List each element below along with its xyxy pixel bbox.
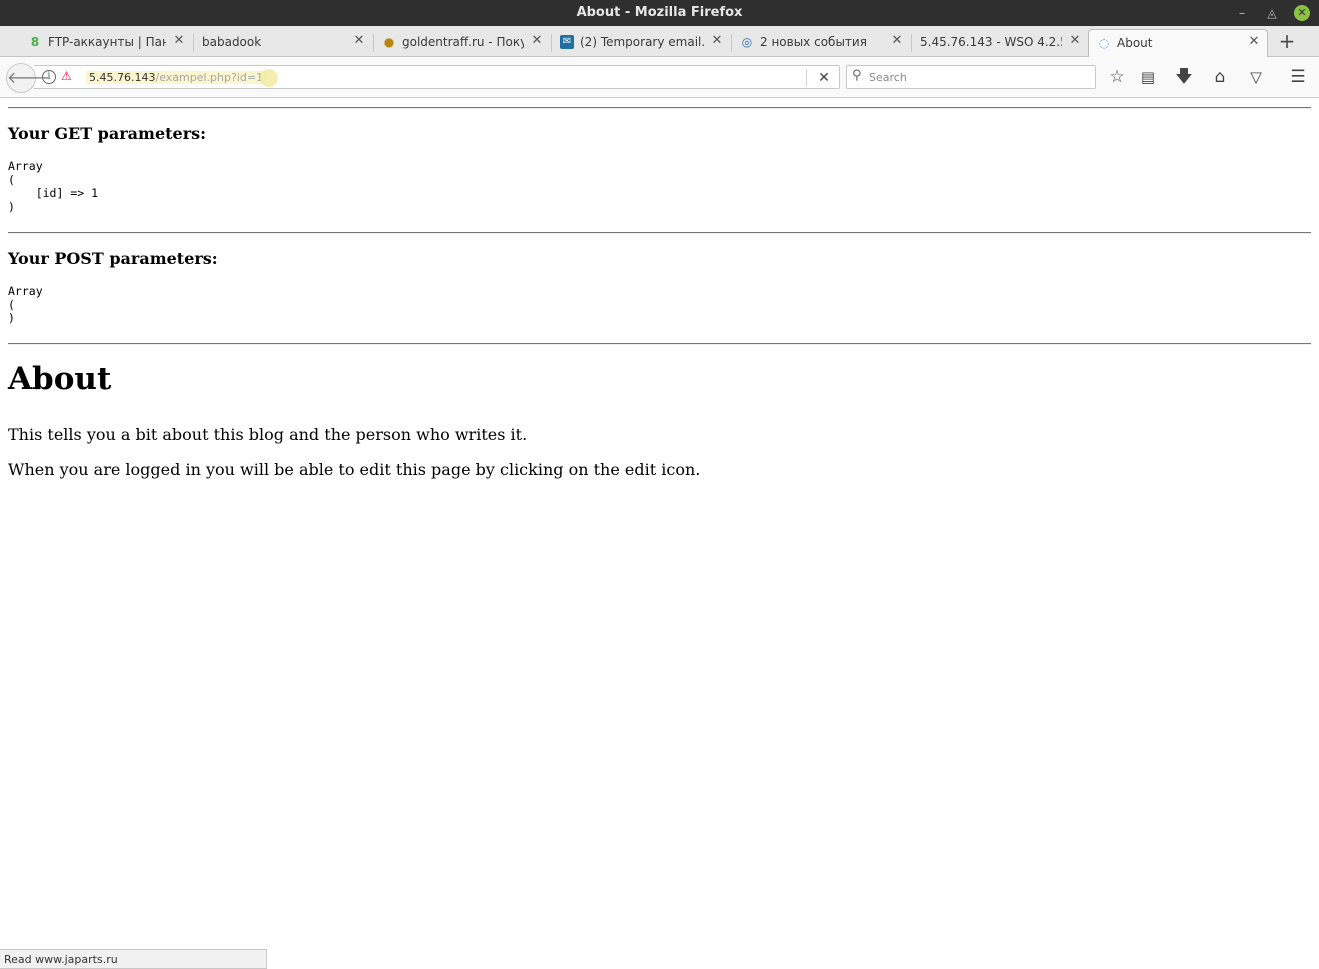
post-parameters-dump: Array ( ): [8, 284, 43, 326]
bookmark-star-icon[interactable]: ☆: [1106, 66, 1128, 88]
tab-close-icon[interactable]: ✕: [1068, 34, 1082, 48]
url-bar[interactable]: i ⚠ 5.45.76.143/exampel.php?id=1 ✕: [34, 65, 840, 89]
tab-babadook[interactable]: babadook ✕: [194, 29, 372, 57]
get-parameters-dump: Array ( [id] => 1 ): [8, 159, 99, 215]
downloads-icon[interactable]: 🡇: [1173, 66, 1195, 88]
hat-favicon-icon: ●: [383, 35, 395, 49]
post-parameters-heading: Your POST parameters:: [8, 249, 218, 268]
tab-goldentraff[interactable]: ● goldentraff.ru - Покупка ✕: [374, 29, 550, 57]
cursor-highlight: [260, 69, 278, 87]
tab-label: 5.45.76.143 - WSO 4.2.5: [920, 35, 1062, 49]
new-tab-button[interactable]: +: [1276, 30, 1298, 52]
window-titlebar: About - Mozilla Firefox – ◬ ✕: [0, 0, 1319, 26]
search-input[interactable]: [869, 69, 1089, 85]
tab-label: (2) Temporary email. Em: [580, 35, 704, 49]
tab-close-icon[interactable]: ✕: [530, 34, 544, 48]
tab-about[interactable]: ◌ About ✕: [1088, 29, 1268, 58]
url-text[interactable]: 5.45.76.143/exampel.php?id=1: [86, 71, 267, 84]
navigation-toolbar: i ⚠ 5.45.76.143/exampel.php?id=1 ✕ 🡐 ⚲ ☆…: [0, 57, 1319, 98]
mail-favicon-icon: ✉: [560, 35, 574, 49]
tab-label: babadook: [202, 35, 262, 49]
url-path: /exampel.php?id=1: [155, 71, 264, 84]
home-icon[interactable]: ⌂: [1209, 66, 1231, 88]
divider: [8, 343, 1311, 345]
get-parameters-heading: Your GET parameters:: [8, 124, 207, 143]
tab-label: 2 новых события: [760, 35, 867, 49]
tab-label: FTP-аккаунты | Панель: [48, 35, 166, 49]
tab-temporary-email[interactable]: ✉ (2) Temporary email. Em ✕: [552, 29, 730, 57]
menu-hamburger-icon[interactable]: ☰: [1287, 66, 1309, 88]
page-title: About: [8, 361, 112, 397]
bookmarks-library-icon[interactable]: ▤: [1137, 66, 1159, 88]
globe-favicon-icon: ◎: [741, 35, 753, 49]
pocket-icon[interactable]: ▽: [1245, 66, 1267, 88]
tab-close-icon[interactable]: ✕: [172, 34, 186, 48]
search-bar[interactable]: ⚲: [846, 65, 1096, 89]
tab-close-icon[interactable]: ✕: [1247, 35, 1261, 49]
tab-label: goldentraff.ru - Покупка: [402, 35, 524, 49]
divider: [8, 107, 1311, 109]
insecure-lock-icon[interactable]: ⚠: [61, 69, 72, 83]
tab-ftp-accounts[interactable]: 8 FTP-аккаунты | Панель ✕: [20, 29, 192, 57]
tab-close-icon[interactable]: ✕: [710, 34, 724, 48]
tab-label: About: [1117, 36, 1153, 50]
divider: [8, 232, 1311, 234]
back-button[interactable]: 🡐: [6, 63, 50, 93]
url-divider: [806, 69, 807, 87]
minimize-icon[interactable]: –: [1234, 5, 1250, 21]
close-window-icon[interactable]: ✕: [1294, 5, 1310, 21]
tab-new-events[interactable]: ◎ 2 новых события ✕: [732, 29, 910, 57]
restore-icon[interactable]: ◬: [1264, 5, 1280, 21]
tab-strip: 8 FTP-аккаунты | Панель ✕ babadook ✕ ● g…: [0, 26, 1319, 58]
eight-logo-icon: 8: [30, 35, 40, 49]
search-icon: ⚲: [852, 68, 862, 83]
loading-spinner-icon: ◌: [1098, 36, 1110, 50]
tab-close-icon[interactable]: ✕: [352, 34, 366, 48]
window-title: About - Mozilla Firefox: [576, 5, 743, 20]
tab-wso-shell[interactable]: 5.45.76.143 - WSO 4.2.5 ✕: [912, 29, 1088, 57]
stop-loading-icon[interactable]: ✕: [814, 68, 834, 88]
edit-hint-paragraph: When you are logged in you will be able …: [8, 460, 701, 479]
tab-close-icon[interactable]: ✕: [890, 34, 904, 48]
status-bar: Read www.japarts.ru: [0, 949, 267, 969]
about-paragraph: This tells you a bit about this blog and…: [8, 425, 528, 444]
url-host: 5.45.76.143: [89, 71, 156, 84]
page-content: Your GET parameters: Array ( [id] => 1 )…: [0, 99, 1319, 949]
